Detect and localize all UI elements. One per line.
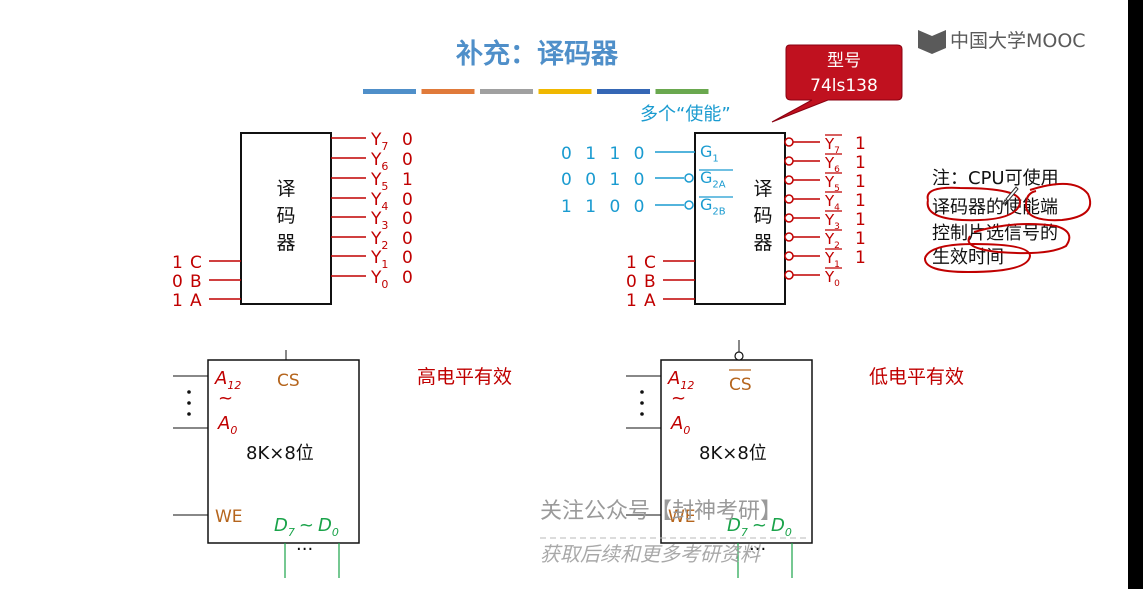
title-bar-segment [421, 89, 475, 94]
right-output-value: 1 [855, 172, 866, 192]
note-line-1: 注：CPU可使用 [932, 168, 1059, 189]
right-decoder-label-1: 译 [753, 178, 772, 200]
watermark-line1: 关注公众号【封神考研】 [540, 499, 782, 524]
cs-label: CS [277, 371, 300, 391]
book-icon [918, 30, 946, 54]
title-bar-segment [363, 89, 416, 94]
enable-bits: 1 1 0 0 [561, 197, 648, 217]
right-decoder-label-2: 码 [753, 205, 772, 227]
slide-canvas: 补充：译码器 中国大学MOOC 型号 74ls138 多个“使能” 译 码 器 … [172, 30, 1092, 578]
left-output-value: 0 [402, 209, 413, 229]
left-input-value: 1 [172, 253, 183, 273]
active-low-bubble [784, 270, 794, 280]
active-low-bubble [784, 251, 794, 261]
right-input-name: B [644, 272, 656, 292]
memory-chip-high: A12~A0CS8K×8位WE D7 ~ D0··· [173, 350, 360, 578]
low-active-label: 低电平有效 [869, 366, 964, 388]
enable-note: 多个“使能” [640, 104, 731, 125]
enable-bits: 0 1 1 0 [561, 144, 648, 164]
left-input-name: A [190, 291, 202, 311]
cpu-note: 注：CPU可使用 译码器的使能端 控制片选信号的 生效时间 [924, 168, 1092, 274]
addr-tilde: ~ [218, 388, 233, 409]
right-input-value: 0 [626, 272, 637, 292]
capacity-label: 8K×8位 [699, 443, 767, 464]
window-edge [1128, 0, 1143, 589]
ellipsis-dot [640, 401, 644, 405]
logo-text: 中国大学MOOC [950, 30, 1086, 52]
left-input-value: 1 [172, 291, 183, 311]
right-output-value: 1 [855, 153, 866, 173]
active-low-bubble [784, 175, 794, 185]
active-low-bubble [684, 200, 694, 210]
active-low-bubble [784, 194, 794, 204]
callout-line2: 74ls138 [810, 76, 878, 96]
addr-tilde: ~ [671, 388, 686, 409]
slide-title: 补充：译码器 [456, 38, 619, 70]
right-input-value: 1 [626, 291, 637, 311]
left-output-label: Y0 [370, 268, 388, 291]
active-low-bubble [684, 173, 694, 183]
right-output-value: 1 [855, 248, 866, 268]
active-low-bubble [784, 232, 794, 242]
model-callout: 型号 74ls138 [771, 44, 903, 123]
left-output-value: 0 [402, 248, 413, 268]
mooc-logo: 中国大学MOOC [918, 30, 1086, 54]
right-output-label: Y0 [824, 268, 840, 289]
right-output-value: 1 [855, 134, 866, 154]
watermark-line2: 获取后续和更多考研资料 [540, 542, 761, 566]
title-bar-segment [480, 89, 533, 94]
left-input-name: B [190, 272, 202, 292]
right-decoder-label-3: 器 [753, 232, 772, 254]
right-input-value: 1 [626, 253, 637, 273]
title-bar-segment [597, 89, 650, 94]
left-decoder-label-3: 器 [276, 232, 295, 254]
ellipsis-dot [187, 401, 191, 405]
left-output-value: 1 [402, 170, 413, 190]
enable-bits: 0 0 1 0 [561, 170, 648, 190]
title-bar-segment [538, 89, 592, 94]
left-decoder: 译 码 器 Y7 0Y6 0Y5 1Y4 0Y3 0Y2 0Y1 0Y0 01 C0 B1 A [172, 130, 413, 311]
slide: 补充：译码器 中国大学MOOC 型号 74ls138 多个“使能” 译 码 器 … [0, 0, 1128, 589]
capacity-label: 8K×8位 [246, 443, 314, 464]
ellipsis-dot [640, 390, 644, 394]
cs-label: CS [729, 375, 752, 395]
ellipsis-dot [640, 412, 644, 416]
high-active-label: 高电平有效 [417, 366, 512, 388]
left-output-value: 0 [402, 268, 413, 288]
data-bus-label: D7 ~ D0 [274, 515, 339, 539]
title-bar-segment [655, 89, 709, 94]
right-decoder: 译 码 器 Y7 1Y6 1Y5 1Y4 1Y3 1Y2 1Y1 1Y01 C0 B1 A0 1 1… [561, 132, 866, 311]
ellipsis-dot [187, 412, 191, 416]
left-input-value: 0 [172, 272, 183, 292]
active-low-bubble [784, 137, 794, 147]
left-output-value: 0 [402, 229, 413, 249]
left-output-value: 0 [402, 130, 413, 150]
ellipsis-dot [187, 390, 191, 394]
left-input-name: C [190, 253, 202, 273]
right-output-value: 1 [855, 210, 866, 230]
right-input-name: C [644, 253, 656, 273]
note-line-4: 生效时间 [932, 247, 1004, 268]
left-decoder-label-1: 译 [276, 178, 295, 200]
data-dots: ··· [296, 539, 313, 560]
left-output-value: 0 [402, 150, 413, 170]
right-output-value: 1 [855, 229, 866, 249]
we-label: WE [215, 507, 243, 527]
left-output-value: 0 [402, 190, 413, 210]
callout-line1: 型号 [827, 51, 861, 71]
left-decoder-label-2: 码 [276, 205, 295, 227]
active-low-bubble [784, 213, 794, 223]
right-output-value: 1 [855, 191, 866, 211]
active-low-bubble [734, 351, 744, 361]
note-line-2: 译码器的使能端 [932, 197, 1058, 218]
active-low-bubble [784, 156, 794, 166]
title-color-bar [363, 89, 709, 94]
right-input-name: A [644, 291, 656, 311]
